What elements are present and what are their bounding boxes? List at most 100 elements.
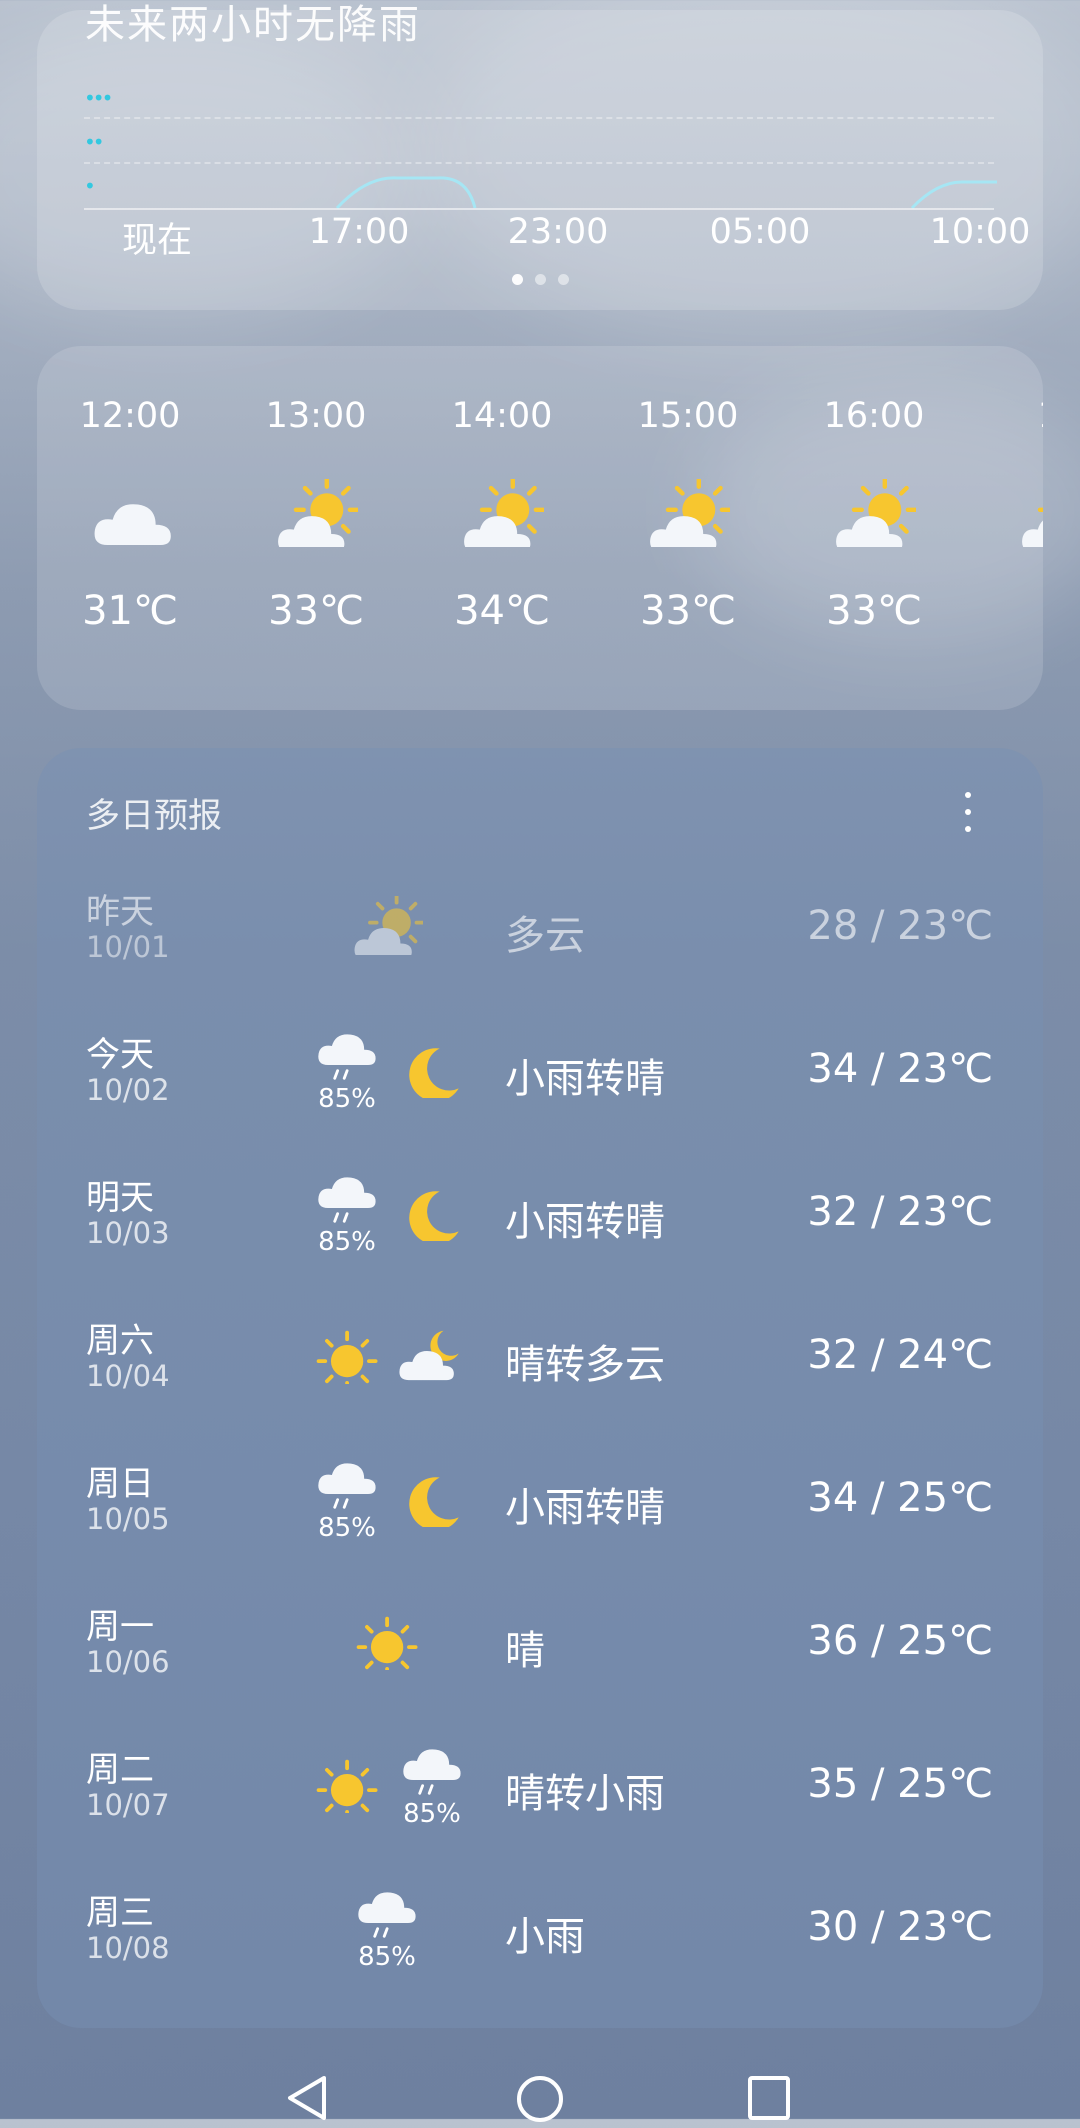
temperature-range: 36 / 25℃ — [807, 1618, 993, 1664]
day-date: 10/08 — [86, 1931, 170, 1965]
day-date: 10/06 — [86, 1645, 170, 1679]
day-date: 10/05 — [86, 1502, 170, 1536]
sun-icon — [302, 1325, 392, 1392]
page-dot[interactable] — [557, 274, 569, 285]
navigation-bar — [0, 2070, 1080, 2122]
back-icon[interactable] — [284, 2074, 330, 2126]
forecast-row[interactable]: 明天 10/03 85% 小雨转晴 32 / 23℃ — [37, 1152, 1043, 1295]
page-indicator[interactable] — [37, 274, 1043, 285]
day-date: 10/07 — [86, 1788, 170, 1822]
day-name: 周二 — [86, 1750, 154, 1790]
temperature-range: 34 / 23℃ — [807, 1046, 993, 1092]
rain-tick-label: 10:00 — [929, 212, 1031, 252]
partly-sunny-icon — [342, 894, 432, 959]
weather-description: 晴转多云 — [505, 1342, 665, 1388]
hourly-item: 13:00 33℃ — [246, 396, 386, 634]
rain-forecast-card[interactable]: 未来两小时无降雨 ••• •• • 现在 17:00 23:00 05:00 1… — [37, 2, 1043, 310]
hour-time: 16:00 — [823, 396, 925, 436]
light-rain-icon — [302, 1456, 392, 1519]
sun-icon — [302, 1754, 392, 1821]
hour-temp: 33℃ — [826, 588, 922, 634]
hour-time: 15:00 — [637, 396, 739, 436]
cloudy-night-icon — [387, 1325, 477, 1388]
hourly-item: 17 3 — [990, 396, 1043, 634]
partly-sunny-icon — [246, 458, 386, 568]
rain-tick-label: 23:00 — [507, 212, 609, 252]
hourly-item: 15:00 33℃ — [618, 396, 758, 634]
weather-description: 小雨转晴 — [505, 1199, 665, 1245]
sun-icon — [342, 1611, 432, 1678]
day-date: 10/03 — [86, 1216, 170, 1250]
rain-tick-label: 05:00 — [709, 212, 811, 252]
recents-icon[interactable] — [746, 2074, 792, 2126]
weather-description: 多云 — [505, 913, 585, 959]
partly-sunny-icon — [804, 458, 944, 568]
hour-temp: 3 — [990, 588, 1043, 634]
hour-time: 17 — [990, 396, 1043, 446]
forecast-row[interactable]: 昨天 10/01 多云 28 / 23℃ — [37, 866, 1043, 1009]
forecast-row[interactable]: 周日 10/05 85% 小雨转晴 34 / 25℃ — [37, 1438, 1043, 1581]
hour-temp: 34℃ — [454, 588, 550, 634]
rain-tick-label: 17:00 — [308, 212, 410, 252]
page-dot[interactable] — [511, 274, 523, 285]
day-name: 今天 — [86, 1035, 154, 1075]
partly-sunny-icon — [432, 458, 572, 568]
daily-title: 多日预报 — [86, 796, 222, 836]
weather-icons: 85% — [287, 1170, 497, 1280]
forecast-row[interactable]: 周一 10/06 晴 36 / 25℃ — [37, 1581, 1043, 1724]
day-name: 昨天 — [86, 892, 154, 932]
moon-icon — [387, 1182, 477, 1245]
hour-time: 12:00 — [79, 396, 181, 436]
weather-icons: 85% — [287, 1885, 497, 1995]
light-rain-icon — [342, 1885, 432, 1948]
temperature-range: 35 / 25℃ — [807, 1761, 993, 1807]
hour-time: 14:00 — [451, 396, 553, 436]
temperature-range: 32 / 23℃ — [807, 1189, 993, 1235]
hourly-item: 12:00 31℃ — [60, 396, 200, 634]
daily-forecast-card: 多日预报 昨天 10/01 多云 28 / 23℃ 今天 10/02 85% 小雨转晴 34 /… — [37, 748, 1043, 2028]
rain-axis — [84, 208, 994, 210]
moon-icon — [387, 1468, 477, 1531]
hour-temp: 31℃ — [82, 588, 178, 634]
hourly-item: 14:00 34℃ — [432, 396, 572, 634]
forecast-row[interactable]: 周六 10/04 晴转多云 32 / 24℃ — [37, 1295, 1043, 1438]
hourly-item: 16:00 33℃ — [804, 396, 944, 634]
day-name: 周日 — [86, 1464, 154, 1504]
weather-icons: 85% — [287, 1027, 497, 1137]
light-rain-icon — [302, 1170, 392, 1233]
day-name: 周一 — [86, 1607, 154, 1647]
day-date: 10/01 — [86, 930, 170, 964]
weather-description: 晴转小雨 — [505, 1771, 665, 1817]
forecast-row[interactable]: 今天 10/02 85% 小雨转晴 34 / 23℃ — [37, 1009, 1043, 1152]
hourly-forecast-card[interactable]: 12:00 31℃ 13:00 33℃ 14:00 34℃ 15:00 33℃ 16:00 33℃… — [37, 346, 1043, 710]
hour-temp: 33℃ — [268, 588, 364, 634]
weather-description: 小雨转晴 — [505, 1056, 665, 1102]
rain-curve — [335, 176, 997, 210]
light-rain-icon — [387, 1742, 477, 1805]
weather-icons: 85% — [287, 1456, 497, 1566]
moon-icon — [387, 1039, 477, 1102]
weather-description: 晴 — [505, 1628, 545, 1674]
weather-icons — [287, 1313, 497, 1423]
weather-icons — [287, 1599, 497, 1709]
page-dot[interactable] — [534, 274, 546, 285]
weather-icons — [287, 884, 497, 994]
forecast-row[interactable]: 周三 10/08 85% 小雨 30 / 23℃ — [37, 1867, 1043, 2010]
hour-time: 13:00 — [265, 396, 367, 436]
day-date: 10/02 — [86, 1073, 170, 1107]
light-rain-icon — [302, 1027, 392, 1090]
day-name: 明天 — [86, 1178, 154, 1218]
day-name: 周三 — [86, 1893, 154, 1933]
temperature-range: 30 / 23℃ — [807, 1904, 993, 1950]
cloudy-icon — [60, 458, 200, 568]
more-options-icon[interactable] — [953, 790, 983, 834]
home-icon[interactable] — [515, 2074, 565, 2128]
day-name: 周六 — [86, 1321, 154, 1361]
partly-sunny-icon — [618, 458, 758, 568]
forecast-row[interactable]: 周二 10/07 85% 晴转小雨 35 / 25℃ — [37, 1724, 1043, 1867]
weather-description: 小雨转晴 — [505, 1485, 665, 1531]
weather-description: 小雨 — [505, 1914, 585, 1960]
day-date: 10/04 — [86, 1359, 170, 1393]
hour-temp: 33℃ — [640, 588, 736, 634]
weather-icons: 85% — [287, 1742, 497, 1852]
